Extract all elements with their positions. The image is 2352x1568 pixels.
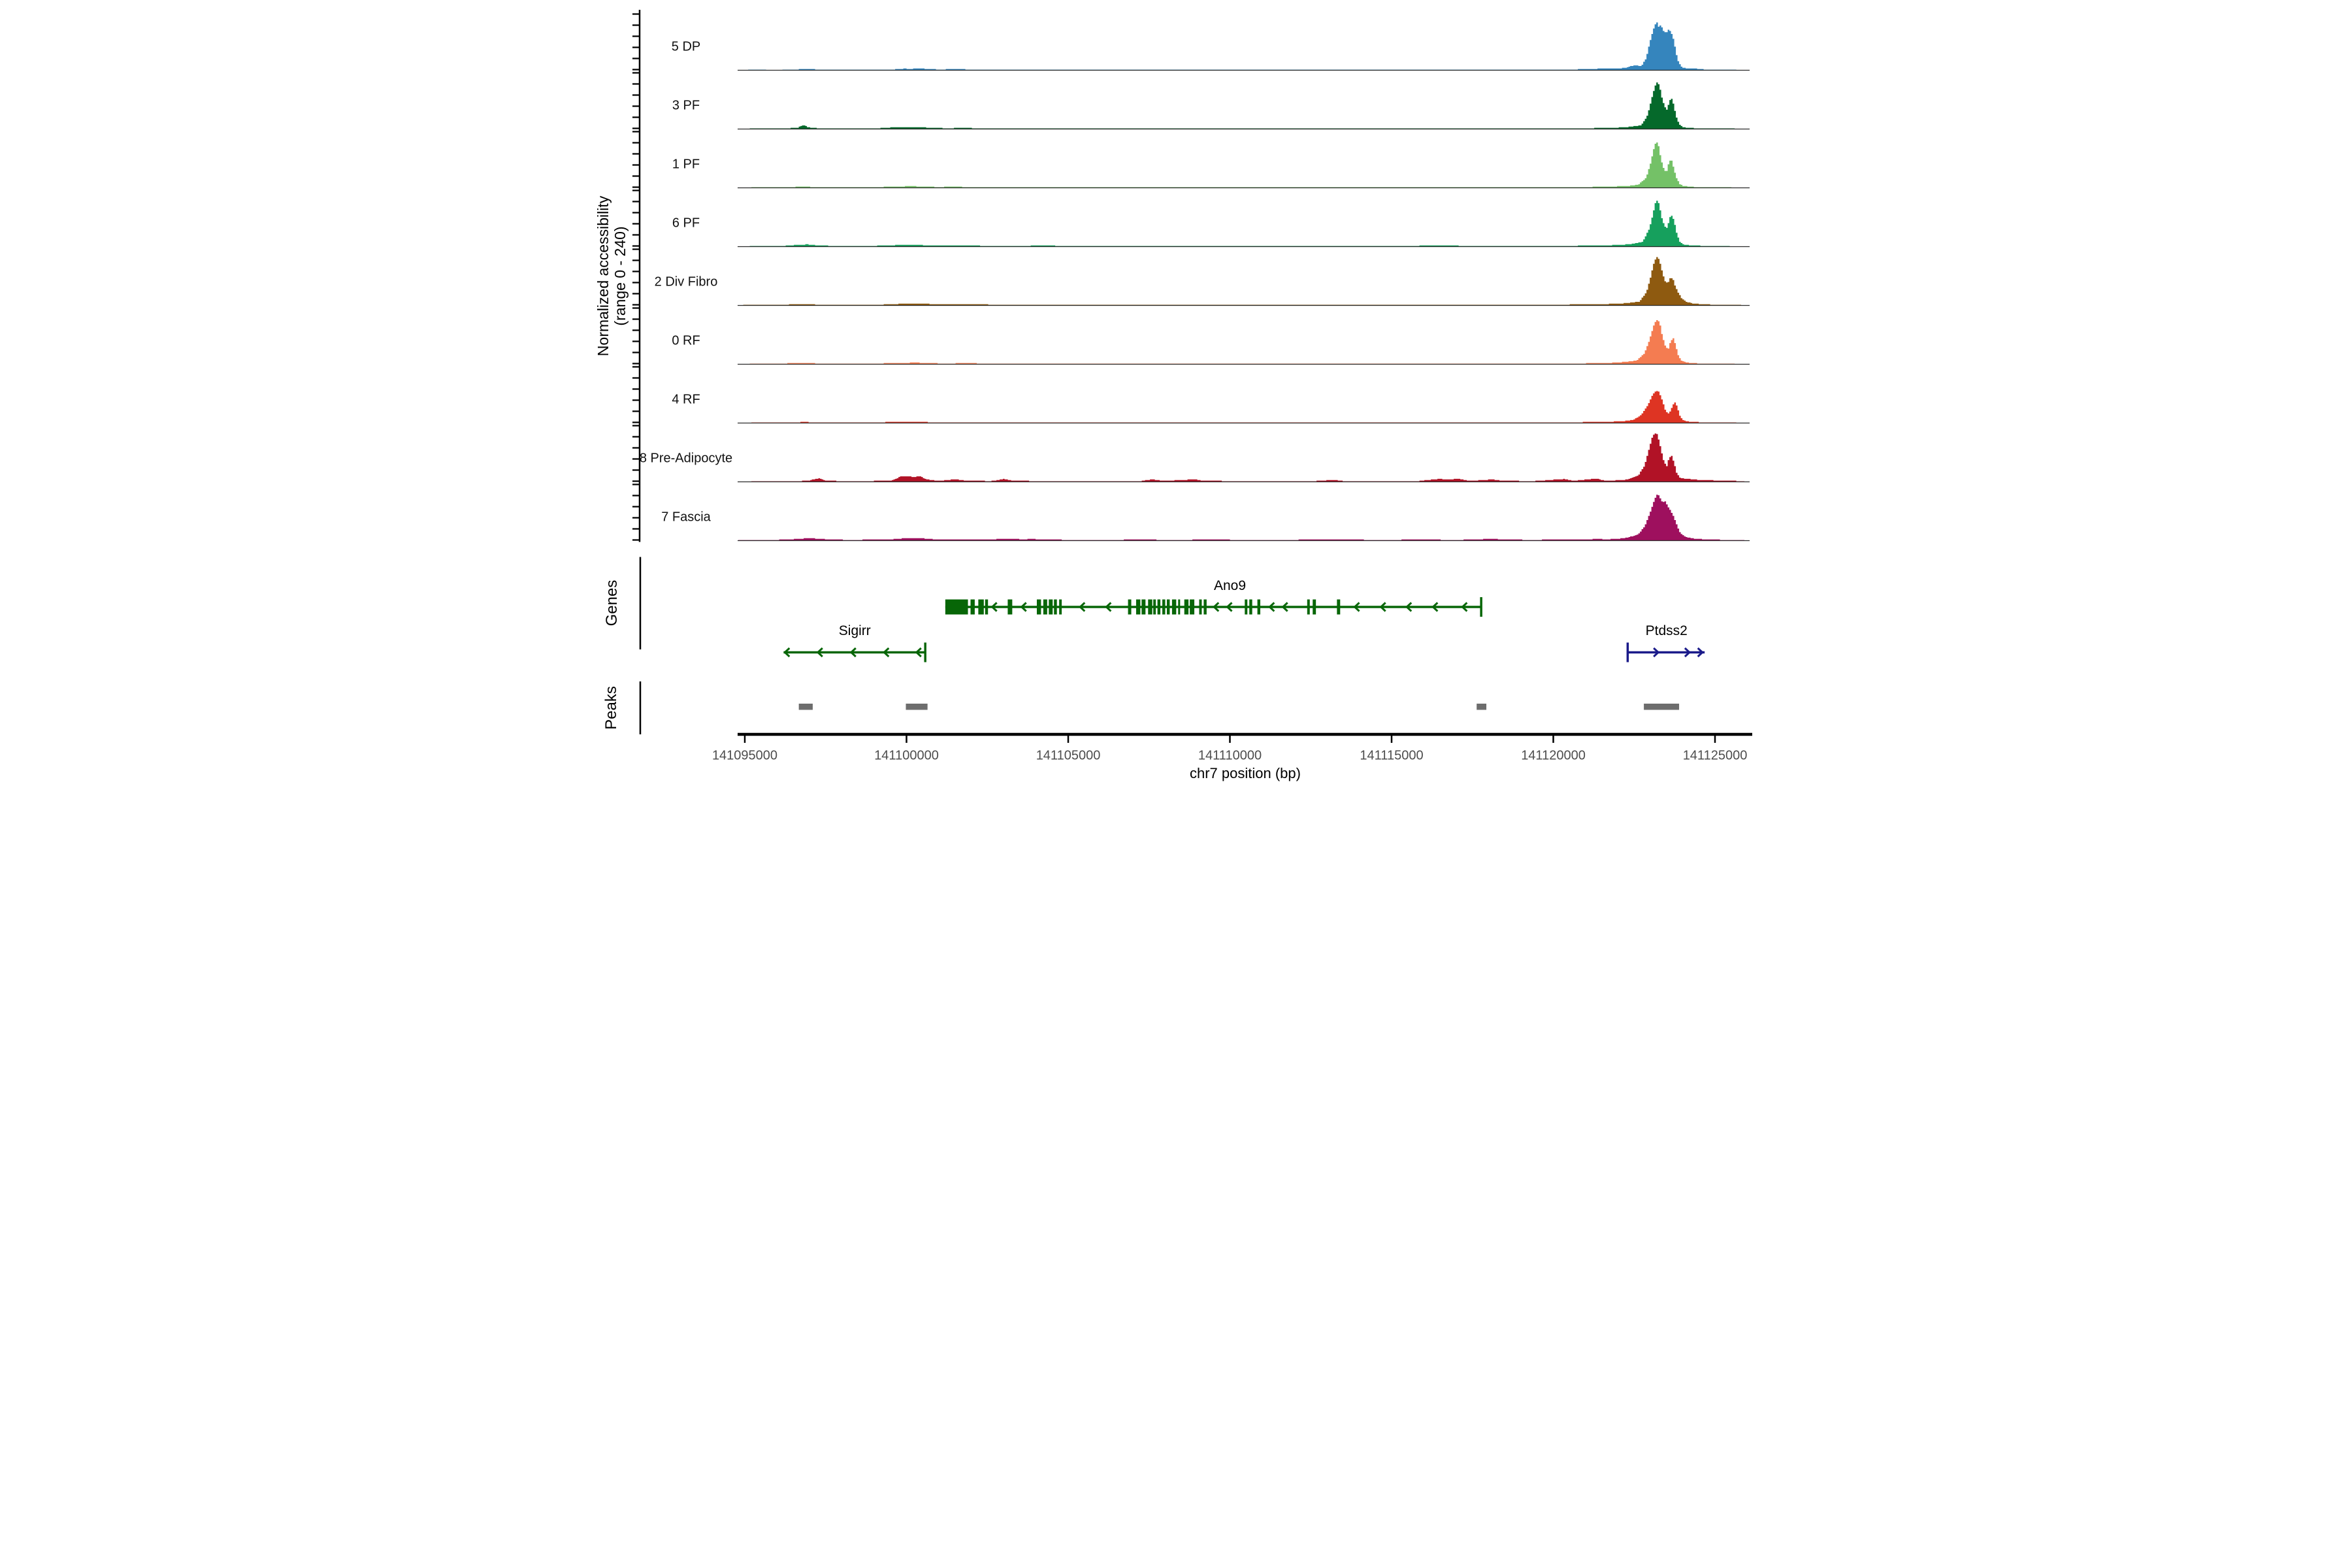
gene-exon — [1128, 600, 1132, 615]
track-label: 8 Pre-Adipocyte — [640, 451, 732, 466]
gene-exon — [1148, 600, 1152, 615]
gene-exon — [1190, 600, 1194, 615]
gene-exon — [1258, 600, 1260, 615]
x-axis-tick-label: 141125000 — [1683, 749, 1748, 763]
genes-section-label: Genes — [603, 580, 621, 627]
y-axis-label-line1: Normalized accessibility — [595, 195, 612, 356]
gene-exon — [1162, 600, 1165, 615]
track-label: 5 DP — [672, 40, 700, 54]
track-label: 4 RF — [672, 393, 700, 407]
gene-exon — [1178, 600, 1180, 615]
peak-box — [1644, 704, 1679, 710]
gene-exon — [1167, 600, 1169, 615]
x-axis-title: chr7 position (bp) — [1190, 765, 1301, 781]
x-axis-tick-label: 141105000 — [1036, 749, 1101, 763]
gene-exon — [1153, 600, 1156, 615]
x-axis-tick-label: 141120000 — [1521, 749, 1586, 763]
gene-label: Ano9 — [1214, 578, 1246, 593]
gene-exon — [971, 600, 975, 615]
gene-exon — [985, 600, 988, 615]
gene-exon — [978, 600, 983, 615]
track-signal-area — [738, 142, 1741, 188]
track-label: 1 PF — [672, 157, 700, 172]
track-signal-area — [738, 434, 1744, 482]
coverage-plot-figure: Normalized accessibility (range 0 - 240)… — [588, 0, 1764, 784]
generated-content: 5 DP 3 PF 1 PF 6 PF 2 Div Fibro 0 RF 4 RF 8 Pre… — [632, 10, 1752, 763]
gene-exon — [1184, 600, 1188, 615]
track-signal-area — [738, 22, 1744, 70]
gene-exon — [1203, 600, 1206, 615]
gene-exon — [1141, 600, 1145, 615]
track-signal-area — [738, 201, 1741, 246]
gene-exon — [1307, 600, 1310, 615]
track-label: 6 PF — [672, 216, 700, 231]
x-axis-tick-label: 141100000 — [874, 749, 939, 763]
gene-exon — [1172, 600, 1176, 615]
gene-exon — [1054, 600, 1056, 615]
gene-exon — [1249, 600, 1252, 615]
peaks-section-label: Peaks — [602, 686, 620, 730]
track-signal-area — [738, 257, 1741, 306]
track-label: 7 Fascia — [661, 510, 711, 525]
track-label: 0 RF — [672, 334, 700, 348]
track-label: 2 Div Fibro — [655, 275, 718, 289]
track-signal-area — [738, 391, 1744, 423]
track-signal-area — [738, 82, 1744, 129]
track-signal-area — [738, 320, 1744, 365]
track-label: 3 PF — [672, 99, 700, 113]
gene-exon — [1245, 600, 1247, 615]
x-axis-tick-label: 141110000 — [1198, 749, 1262, 763]
gene-exon — [1007, 600, 1012, 615]
gene-exon — [1136, 600, 1140, 615]
x-axis-tick-label: 141095000 — [712, 749, 777, 763]
gene-exon — [1313, 600, 1316, 615]
peak-box — [1477, 704, 1486, 710]
peak-box — [799, 704, 813, 710]
gene-exon — [1037, 600, 1041, 615]
gene-exon — [1337, 600, 1340, 615]
gene-exon — [1158, 600, 1160, 615]
genome-browser-svg: Normalized accessibility (range 0 - 240)… — [588, 0, 1764, 784]
gene-label: Ptdss2 — [1646, 623, 1688, 638]
peak-box — [906, 704, 928, 710]
gene-exon — [1049, 600, 1053, 615]
gene-exon — [945, 600, 968, 615]
gene-exon — [1043, 600, 1047, 615]
y-axis-label-line2: (range 0 - 240) — [612, 226, 629, 325]
x-axis-tick-label: 141115000 — [1360, 749, 1423, 763]
gene-exon — [1199, 600, 1201, 615]
gene-label: Sigirr — [839, 623, 871, 638]
track-signal-area — [738, 495, 1744, 540]
gene-exon — [1059, 600, 1062, 615]
